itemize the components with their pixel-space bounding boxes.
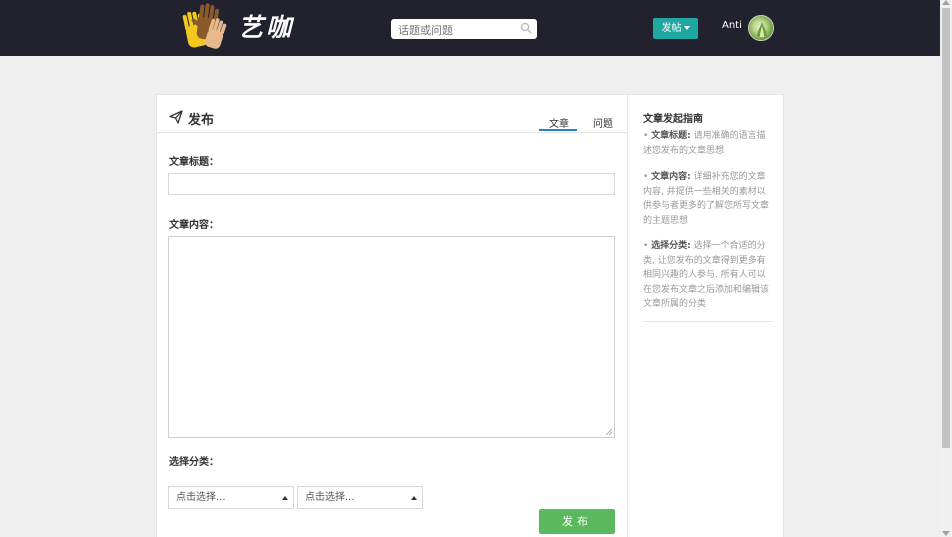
search-input[interactable]	[391, 20, 515, 41]
guide-item-key: 文章内容:	[651, 172, 691, 182]
paper-plane-icon	[169, 110, 183, 124]
article-title-label: 文章标题：	[169, 157, 219, 168]
caret-up-icon	[411, 496, 417, 500]
page-scrollbar[interactable]	[940, 0, 952, 537]
scroll-down-arrow-icon[interactable]	[942, 531, 950, 536]
publish-form-card: 发布 文章 问题 文章标题： 文章内容： 选择分类： 点击选择... 点击选择.…	[156, 94, 628, 537]
username-link[interactable]: Anti	[722, 20, 742, 31]
caret-up-icon	[282, 496, 288, 500]
scroll-up-arrow-icon[interactable]	[942, 0, 950, 5]
guide-item-title: • 文章标题: 请用准确的语言描述您发布的文章思想	[643, 131, 766, 156]
guide-panel: 文章发起指南 • 文章标题: 请用准确的语言描述您发布的文章思想 • 文章内容:…	[628, 94, 784, 537]
resize-grip-icon[interactable]	[605, 428, 613, 436]
top-navbar: 艺咖 发帖 Anti	[0, 0, 940, 56]
guide-item-key: 选择分类:	[651, 241, 691, 251]
post-dropdown-button[interactable]: 发帖	[653, 18, 698, 39]
category-select-primary[interactable]: 点击选择...	[168, 486, 294, 509]
avatar-image-icon	[757, 22, 767, 37]
guide-divider	[643, 321, 773, 322]
category-select-primary-value: 点击选择...	[176, 492, 226, 503]
guide-title: 文章发起指南	[643, 114, 703, 125]
article-content-label: 文章内容：	[169, 220, 219, 231]
search-box[interactable]	[391, 19, 537, 41]
category-select-secondary[interactable]: 点击选择...	[297, 486, 423, 509]
guide-item-text: 选择一个合适的分类, 让您发布的文章得到更多有相同兴趣的人参与. 所有人可以在您…	[643, 241, 770, 309]
guide-item-key: 文章标题:	[651, 131, 691, 141]
article-content-textarea[interactable]	[168, 236, 615, 438]
search-icon[interactable]	[520, 22, 532, 34]
site-logo-text[interactable]: 艺咖	[238, 8, 294, 44]
card-header: 发布 文章 问题	[157, 95, 627, 133]
caret-down-icon	[683, 26, 690, 30]
page-title: 发布	[188, 113, 215, 128]
post-button-label: 发帖	[661, 23, 682, 34]
scroll-thumb[interactable]	[942, 8, 950, 448]
publish-button[interactable]: 发布	[539, 509, 615, 534]
category-select-secondary-value: 点击选择...	[305, 492, 355, 503]
category-label: 选择分类：	[169, 457, 219, 468]
article-title-input[interactable]	[168, 173, 615, 195]
guide-item-content: • 文章内容: 详细补充您的文章内容, 并提供一些相关的素材以供参与者更多的了解…	[643, 172, 770, 226]
tab-article[interactable]: 文章	[549, 115, 569, 130]
guide-item-category: • 选择分类: 选择一个合适的分类, 让您发布的文章得到更多有相同兴趣的人参与.…	[643, 241, 770, 309]
active-tab-indicator	[539, 129, 577, 131]
tab-question[interactable]: 问题	[593, 115, 613, 130]
user-avatar[interactable]	[748, 15, 774, 41]
